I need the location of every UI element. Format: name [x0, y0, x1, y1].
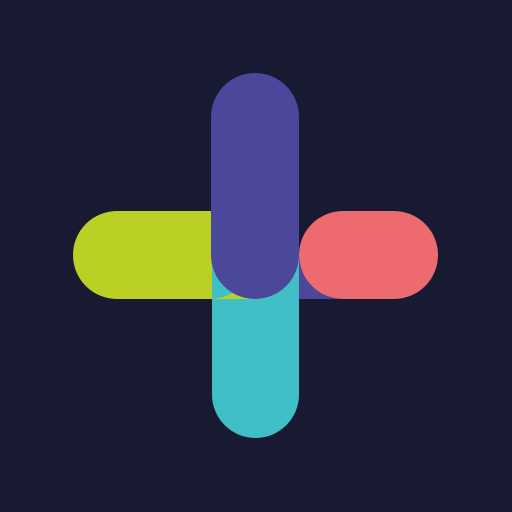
logo-top-pill	[211, 73, 299, 299]
logo-right-pill	[299, 211, 438, 299]
plus-logo-icon	[73, 73, 438, 438]
app-icon	[0, 0, 512, 512]
